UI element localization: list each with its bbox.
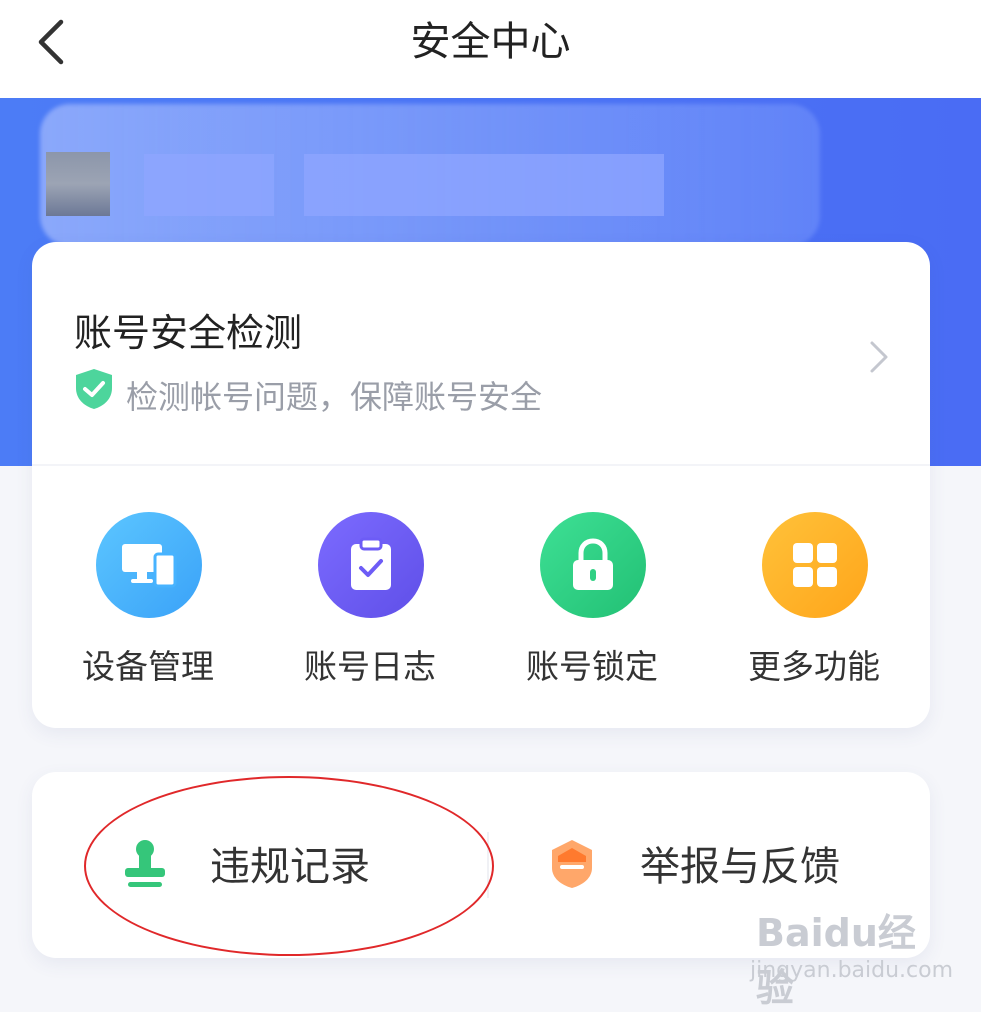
watermark-url: jingyan.baidu.com — [750, 958, 954, 983]
security-check-title: 账号安全检测 — [74, 311, 303, 355]
feature-account-lock[interactable]: 账号锁定 — [502, 512, 682, 702]
report-feedback-label: 举报与反馈 — [640, 844, 840, 890]
feature-label: 更多功能 — [748, 647, 880, 686]
devices-icon — [96, 512, 202, 618]
page-title: 安全中心 — [410, 19, 571, 65]
feature-label: 账号日志 — [304, 647, 436, 686]
feature-more[interactable]: 更多功能 — [724, 512, 904, 702]
feature-label: 账号锁定 — [526, 647, 658, 686]
avatar[interactable] — [46, 152, 110, 216]
grid-icon — [762, 512, 868, 618]
stamp-icon — [125, 840, 165, 887]
feature-device-management[interactable]: 设备管理 — [58, 512, 238, 702]
watermark-logo: Baidu经验 — [756, 911, 916, 1010]
lock-icon — [540, 512, 646, 618]
chevron-right-icon — [870, 341, 888, 373]
violation-records-button[interactable]: 违规记录 — [32, 772, 472, 958]
feature-label: 设备管理 — [82, 647, 214, 686]
divider — [487, 832, 489, 898]
blurred-account-id — [304, 154, 664, 216]
top-bar: 安全中心 — [0, 0, 981, 98]
divider — [32, 464, 930, 466]
watermark: Baidu经验 jingyan.baidu.com — [746, 898, 953, 1010]
violation-records-label: 违规记录 — [210, 844, 370, 890]
account-security-check[interactable]: 账号安全检测 检测帐号问题，保障账号安全 — [32, 242, 930, 464]
report-badge-icon — [552, 840, 592, 888]
security-check-subtitle: 检测帐号问题，保障账号安全 — [126, 378, 543, 416]
shield-check-icon — [76, 369, 112, 409]
security-card: 账号安全检测 检测帐号问题，保障账号安全 设备管理 账号日志 账号锁定 更多功能 — [32, 242, 930, 728]
feature-account-log[interactable]: 账号日志 — [280, 512, 460, 702]
clipboard-check-icon — [318, 512, 424, 618]
blurred-username — [144, 154, 274, 216]
